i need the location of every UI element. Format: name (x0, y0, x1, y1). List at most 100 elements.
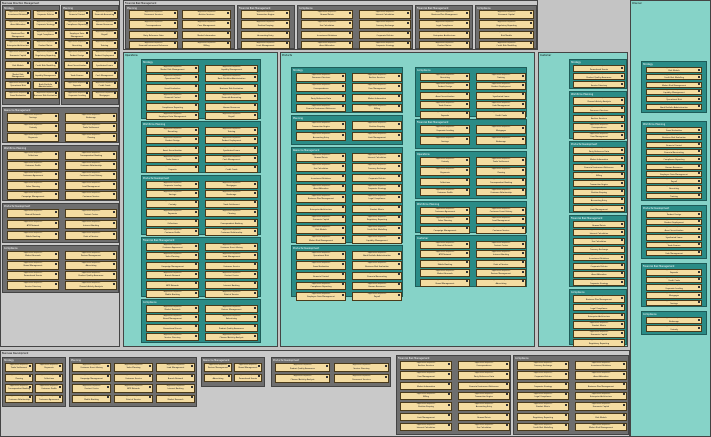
application-component[interactable]: «ApplicationComponent» Trade Finance (146, 155, 199, 164)
application-component[interactable]: «ApplicationComponent» Regulatory Reporti… (573, 339, 625, 347)
application-component[interactable]: «ApplicationComponent» Deposits (646, 269, 702, 276)
application-component[interactable]: «ApplicationComponent» Customer Event His… (65, 171, 117, 180)
application-component[interactable]: «ApplicationComponent» Custody (646, 325, 702, 333)
application-component[interactable]: «ApplicationComponent» Corporate Policies (359, 30, 411, 40)
application-component[interactable]: «ApplicationComponent» Advertising (204, 373, 232, 382)
application-component[interactable]: «ApplicationComponent» Accounting Entry (241, 30, 290, 40)
application-component[interactable]: «ApplicationComponent» Market Information (573, 155, 625, 163)
application-component[interactable]: «ApplicationComponent» Internet Banking (205, 280, 258, 289)
application-component[interactable]: «ApplicationComponent» Fee Calculation (573, 237, 625, 245)
application-component[interactable]: «ApplicationComponent» ATM Network (114, 384, 153, 393)
application-component[interactable]: «ApplicationComponent» Campaign Managemen… (72, 373, 111, 382)
application-component[interactable]: «ApplicationComponent» Financial Instrume… (458, 381, 510, 391)
application-component[interactable]: «ApplicationComponent» Financial Instrume… (573, 163, 625, 171)
application-component[interactable]: «ApplicationComponent» Business Risk Eval… (352, 261, 402, 270)
application-component[interactable]: «ApplicationComponent» Reward Points (573, 221, 625, 228)
application-component[interactable]: «ApplicationComponent» Customer Event His… (205, 243, 258, 251)
application-component[interactable]: «ApplicationComponent» Customer Agreement (420, 207, 470, 215)
application-component[interactable]: «ApplicationComponent» Clearing (5, 373, 33, 382)
application-component[interactable]: «ApplicationComponent» Cash Management (91, 70, 118, 80)
application-component[interactable]: «ApplicationComponent» Enterprise Archite… (419, 30, 470, 40)
application-component[interactable]: «ApplicationComponent» Mortgages (205, 181, 258, 189)
application-component[interactable]: «ApplicationComponent» Asset Allocation (301, 40, 353, 50)
application-component[interactable]: «ApplicationComponent» Customer Profile (146, 228, 199, 236)
application-component[interactable]: «ApplicationComponent» Party Reference Da… (129, 30, 178, 40)
application-component[interactable]: «ApplicationComponent» Credit Risk Modell… (517, 422, 569, 432)
application-component[interactable]: «ApplicationComponent» Payments (7, 133, 59, 142)
application-component[interactable]: «ApplicationComponent» Economic Capital (573, 330, 625, 338)
application-component[interactable]: «ApplicationComponent» Customer Service (114, 373, 153, 382)
application-component[interactable]: «ApplicationComponent» Custody (146, 199, 199, 208)
application-component[interactable]: «ApplicationComponent» Credit Risk Modell… (479, 40, 534, 50)
application-component[interactable]: «ApplicationComponent» Employee Data Mana… (296, 292, 346, 301)
application-component[interactable]: «ApplicationComponent» Corporate Strategy (517, 381, 569, 391)
application-component[interactable]: «ApplicationComponent» Document Services (129, 10, 178, 19)
application-component[interactable]: «ApplicationComponent» Correspondent Bank… (205, 218, 258, 227)
application-component[interactable]: «ApplicationComponent» Document Services (573, 105, 625, 114)
application-component[interactable]: «ApplicationComponent» Human Resources (646, 163, 702, 170)
application-component[interactable]: «ApplicationComponent» Compliance Reporti… (146, 102, 199, 111)
application-component[interactable]: «ApplicationComponent» Financial Accounti… (646, 148, 702, 156)
application-component[interactable]: «ApplicationComponent» Customer Profile (35, 384, 63, 393)
application-component[interactable]: «ApplicationComponent» Partner Management (205, 305, 258, 313)
application-component[interactable]: «ApplicationComponent» Corporate Strategy (32, 20, 59, 29)
application-component[interactable]: «ApplicationComponent» Point of Service (114, 394, 153, 403)
application-component[interactable]: «ApplicationComponent» Currency Exchange (352, 163, 402, 172)
application-component[interactable]: «ApplicationComponent» Product Quality As… (275, 363, 330, 372)
application-component[interactable]: «ApplicationComponent» Savings (646, 299, 702, 307)
application-component[interactable]: «ApplicationComponent» Accounting Entry (573, 196, 625, 204)
application-component[interactable]: «ApplicationComponent» Payments (420, 167, 470, 176)
application-component[interactable]: «ApplicationComponent» Corporate Lending (64, 90, 90, 100)
application-component[interactable]: «ApplicationComponent» Payroll (205, 112, 258, 120)
application-component[interactable]: «ApplicationComponent» Payroll (646, 178, 702, 185)
application-component[interactable]: «ApplicationComponent» Business Plan Mana… (5, 30, 31, 39)
application-component[interactable]: «ApplicationComponent» Correspondence (129, 20, 178, 29)
application-component[interactable]: «ApplicationComponent» Branch Network (156, 373, 195, 382)
application-component[interactable]: «ApplicationComponent» Liquidity Manageme… (32, 70, 59, 80)
application-component[interactable]: «ApplicationComponent» Fraud Evaluation (296, 261, 346, 270)
application-component[interactable]: «ApplicationComponent» Advertising (476, 278, 526, 287)
application-component[interactable]: «ApplicationComponent» Channel Activity A… (65, 281, 117, 290)
application-component[interactable]: «ApplicationComponent» Financial Accounti… (205, 93, 258, 102)
application-component[interactable]: «ApplicationComponent» Billing (352, 103, 402, 113)
application-component[interactable]: «ApplicationComponent» Contact Center (476, 241, 526, 249)
application-component[interactable]: «ApplicationComponent» Collections (35, 373, 63, 382)
application-component[interactable]: «ApplicationComponent» Collections (146, 218, 199, 227)
application-component[interactable]: «ApplicationComponent» Trade Settlement (65, 123, 117, 132)
application-component[interactable]: «ApplicationComponent» Contact Center (72, 384, 111, 393)
application-component[interactable]: «ApplicationComponent» Party Reference Da… (458, 371, 510, 380)
application-component[interactable]: «ApplicationComponent» Financial Control (146, 93, 199, 102)
application-component[interactable]: «ApplicationComponent» Deposits (420, 110, 470, 119)
application-component[interactable]: «ApplicationComponent» Customer Service (476, 225, 526, 234)
application-component[interactable]: «ApplicationComponent» Human Resources (352, 281, 402, 291)
application-component[interactable]: «ApplicationComponent» Accounting Entry (458, 402, 510, 411)
application-component[interactable]: «ApplicationComponent» Brand Management (7, 261, 59, 270)
application-component[interactable]: «ApplicationComponent» Corporate Policies (517, 371, 569, 380)
application-component[interactable]: «ApplicationComponent» Training (646, 192, 702, 199)
application-component[interactable]: «ApplicationComponent» Mortgages (476, 125, 526, 134)
application-component[interactable]: «ApplicationComponent» Position Keeping (352, 121, 402, 130)
application-component[interactable]: «ApplicationComponent» Product Quality As… (573, 73, 625, 81)
application-component[interactable]: «ApplicationComponent» Brokerage (646, 317, 702, 324)
application-component[interactable]: «ApplicationComponent» Service Directory (334, 363, 389, 372)
application-component[interactable]: «ApplicationComponent» Partner Management (476, 269, 526, 278)
application-component[interactable]: «ApplicationComponent» Liquidity Manageme… (205, 65, 258, 73)
application-component[interactable]: «ApplicationComponent» Asset Allocation (5, 20, 31, 29)
application-component[interactable]: «ApplicationComponent» Market Research (7, 251, 59, 260)
application-component[interactable]: «ApplicationComponent» Lead Management (65, 181, 117, 190)
application-component[interactable]: «ApplicationComponent» Cash Management (476, 101, 526, 110)
application-component[interactable]: «ApplicationComponent» Customer Relations… (65, 161, 117, 170)
application-component[interactable]: «ApplicationComponent» Bank Portfolio Adm… (352, 251, 402, 260)
application-component[interactable]: «ApplicationComponent» Risk Models (5, 60, 31, 69)
application-component[interactable]: «ApplicationComponent» Party Reference Da… (296, 93, 346, 103)
application-component[interactable]: «ApplicationComponent» Product Deployment (205, 136, 258, 145)
application-component[interactable]: «ApplicationComponent» Legal Compliance (419, 20, 470, 29)
application-component[interactable]: «ApplicationComponent» Branch Network (420, 241, 470, 249)
application-component[interactable]: «ApplicationComponent» Enterprise Archite… (575, 391, 627, 401)
application-component[interactable]: «ApplicationComponent» Asset Allocation (296, 183, 346, 193)
application-component[interactable]: «ApplicationComponent» Compliance Reporti… (296, 281, 346, 291)
application-component[interactable]: «ApplicationComponent» Customer Agreement (7, 171, 59, 180)
application-component[interactable]: «ApplicationComponent» Service Directory (146, 333, 199, 342)
application-component[interactable]: «ApplicationComponent» Credit Cards (205, 164, 258, 173)
application-component[interactable]: «ApplicationComponent» Recruiting (646, 185, 702, 192)
